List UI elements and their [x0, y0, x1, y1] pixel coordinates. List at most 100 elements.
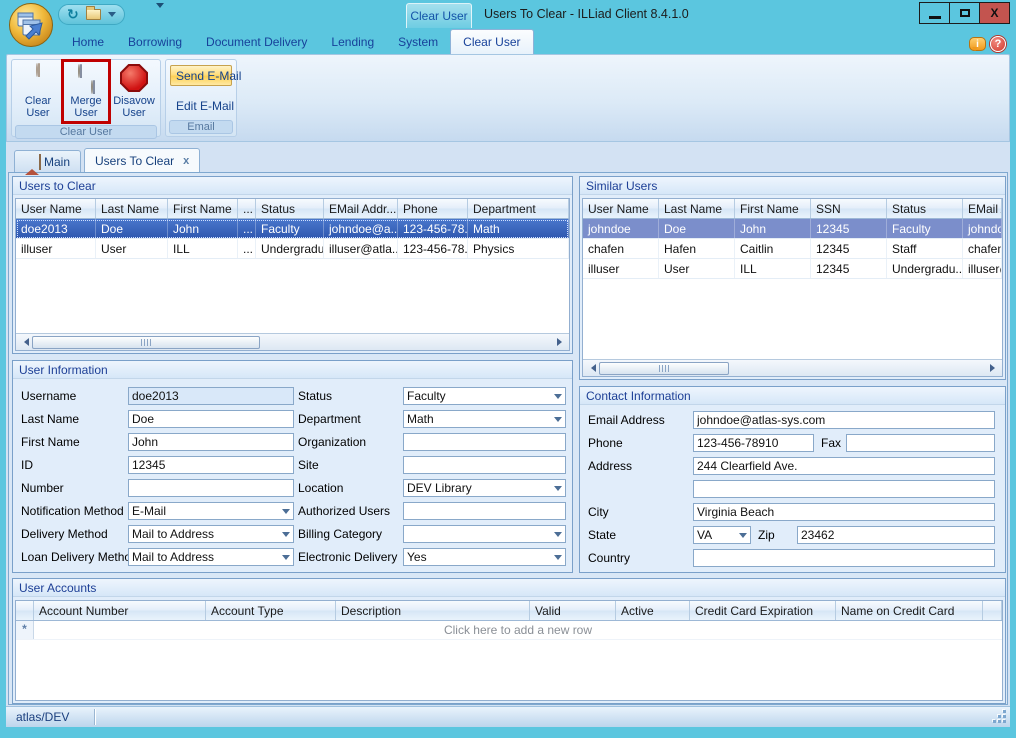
column-header[interactable]: Account Number — [34, 601, 206, 620]
email-address-field[interactable] — [693, 411, 995, 429]
send-email-button[interactable]: Send E-Mail — [170, 65, 232, 86]
scroll-left-button[interactable] — [16, 334, 32, 350]
column-header[interactable]: First Name — [735, 199, 811, 218]
state-combo[interactable]: VA — [693, 526, 751, 544]
city-field[interactable] — [693, 503, 995, 521]
table-row[interactable]: doe2013 Doe John ... Faculty johndoe@a..… — [16, 219, 569, 239]
title-bar: ↻ Clear User Users To Clear - ILLiad Cli… — [0, 0, 1016, 28]
edit-email-button[interactable]: Edit E-Mail — [170, 95, 232, 116]
zip-field[interactable] — [797, 526, 995, 544]
add-new-row[interactable]: * Click here to add a new row — [16, 621, 1002, 640]
ribbon-tab-home[interactable]: Home — [60, 30, 116, 54]
field-label: Authorized Users — [298, 502, 390, 520]
app-logo-icon[interactable] — [8, 2, 54, 48]
delivery-method-combo[interactable]: Mail to Address — [128, 525, 294, 543]
column-header[interactable]: EMail Addr... — [324, 199, 398, 218]
quick-access-toolbar: ↻ — [58, 4, 125, 25]
scrollbar-thumb[interactable] — [32, 336, 260, 349]
country-field[interactable] — [693, 549, 995, 567]
table-row[interactable]: illuser User ILL ... Undergradu... illus… — [16, 239, 569, 259]
column-header[interactable]: Name on Credit Card — [836, 601, 983, 620]
fax-field[interactable] — [846, 434, 995, 452]
table-row[interactable]: chafen Hafen Caitlin 12345 Staff chafen — [583, 239, 1002, 259]
info-bubble-icon[interactable]: i — [969, 37, 986, 51]
column-header[interactable]: Last Name — [96, 199, 168, 218]
similar-users-panel-title: Similar Users — [580, 177, 1005, 195]
billing-category-combo[interactable] — [403, 525, 566, 543]
tab-close-icon[interactable]: x — [183, 155, 189, 167]
column-header[interactable]: Status — [256, 199, 324, 218]
column-header[interactable]: First Name — [168, 199, 238, 218]
cell: Math — [468, 219, 569, 238]
phone-field[interactable] — [693, 434, 814, 452]
scroll-right-button[interactable] — [553, 334, 569, 350]
column-header[interactable]: Description — [336, 601, 530, 620]
column-header[interactable]: Status — [887, 199, 963, 218]
chevron-down-icon — [736, 527, 750, 543]
help-icon[interactable]: ? — [990, 36, 1006, 52]
notification-method-combo[interactable]: E-Mail — [128, 502, 294, 520]
table-row[interactable]: illuser User ILL 12345 Undergradu... ill… — [583, 259, 1002, 279]
close-button[interactable]: X — [979, 2, 1010, 24]
folder-dropdown-icon[interactable] — [108, 12, 116, 21]
id-field[interactable] — [128, 456, 294, 474]
status-combo[interactable]: Faculty — [403, 387, 566, 405]
qat-customize-icon[interactable] — [156, 8, 166, 22]
authorized-users-field[interactable] — [403, 502, 566, 520]
combo-value: Mail to Address — [129, 527, 279, 541]
column-header[interactable]: EMail A — [963, 199, 1002, 218]
users-to-clear-panel-title: Users to Clear — [13, 177, 572, 195]
refresh-icon[interactable]: ↻ — [67, 8, 79, 22]
column-header[interactable]: Last Name — [659, 199, 735, 218]
column-header[interactable]: ... — [238, 199, 256, 218]
minimize-button[interactable] — [919, 2, 950, 24]
cell: illuser@ — [963, 259, 1002, 278]
column-header[interactable]: Active — [616, 601, 690, 620]
clear-user-button[interactable]: Clear User — [16, 62, 60, 124]
field-label: Loan Delivery Method — [21, 548, 138, 566]
new-folder-icon[interactable] — [86, 9, 101, 20]
ribbon-tab-system[interactable]: System — [386, 30, 450, 54]
close-icon: X — [990, 6, 998, 20]
column-header[interactable]: Credit Card Expiration — [690, 601, 836, 620]
tab-users-to-clear[interactable]: Users To Clear x — [84, 148, 200, 172]
field-label: State — [588, 526, 616, 544]
column-header[interactable]: Account Type — [206, 601, 336, 620]
electronic-delivery-combo[interactable]: Yes — [403, 548, 566, 566]
column-header[interactable]: User Name — [583, 199, 659, 218]
column-header[interactable]: Phone — [398, 199, 468, 218]
first-name-field[interactable] — [128, 433, 294, 451]
table-row[interactable]: johndoe Doe John 12345 Faculty johndo — [583, 219, 1002, 239]
scroll-right-button[interactable] — [986, 360, 1002, 376]
disavow-user-button[interactable]: Disavow User — [112, 62, 156, 124]
field-label: Department — [298, 410, 361, 428]
loan-delivery-method-combo[interactable]: Mail to Address — [128, 548, 294, 566]
site-field[interactable] — [403, 456, 566, 474]
maximize-button[interactable] — [949, 2, 980, 24]
number-field[interactable] — [128, 479, 294, 497]
ribbon-tab-lending[interactable]: Lending — [319, 30, 386, 54]
column-header[interactable]: User Name — [16, 199, 96, 218]
scroll-left-button[interactable] — [583, 360, 599, 376]
last-name-field[interactable] — [128, 410, 294, 428]
tab-main[interactable]: Main — [14, 150, 81, 172]
department-combo[interactable]: Math — [403, 410, 566, 428]
column-header[interactable]: SSN — [811, 199, 887, 218]
address2-field[interactable] — [693, 480, 995, 498]
organization-field[interactable] — [403, 433, 566, 451]
status-separator — [94, 709, 95, 725]
cell: johndo — [963, 219, 1002, 238]
chevron-down-icon — [279, 549, 293, 565]
column-header[interactable]: Valid — [530, 601, 616, 620]
resize-grip[interactable] — [994, 711, 1006, 723]
scrollbar-thumb[interactable] — [599, 362, 729, 375]
ribbon-tab-clear-user[interactable]: Clear User — [450, 29, 533, 54]
address-field[interactable] — [693, 457, 995, 475]
location-combo[interactable]: DEV Library — [403, 479, 566, 497]
merge-user-button[interactable]: Merge User — [64, 62, 108, 119]
field-label: Zip — [758, 526, 775, 544]
username-field[interactable] — [128, 387, 294, 405]
column-header[interactable]: Department — [468, 199, 569, 218]
ribbon-tab-document-delivery[interactable]: Document Delivery — [194, 30, 319, 54]
ribbon-tab-borrowing[interactable]: Borrowing — [116, 30, 194, 54]
